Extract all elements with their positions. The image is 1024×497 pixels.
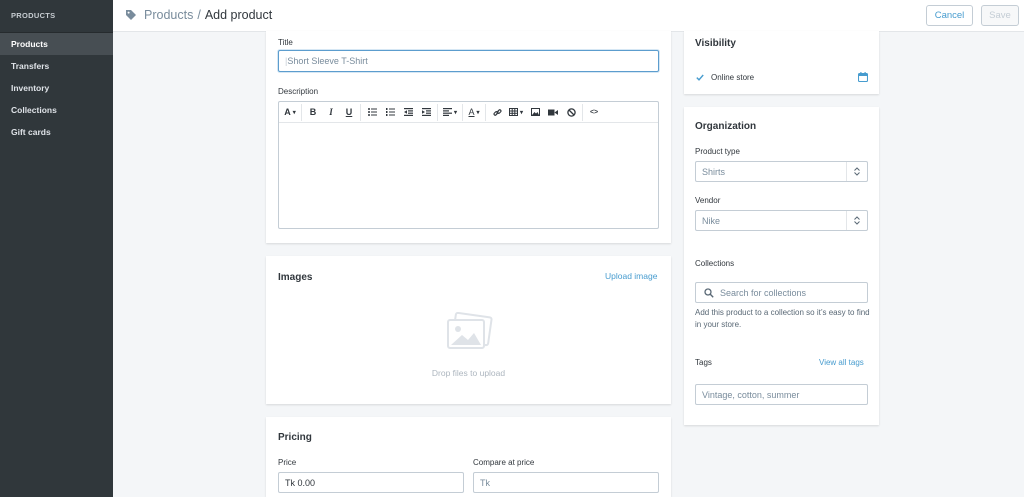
align-button[interactable]: ▾ [440, 104, 460, 121]
drop-files-text: Drop files to upload [431, 368, 506, 378]
calendar-icon[interactable] [858, 72, 868, 82]
numbered-list-button[interactable] [381, 104, 399, 121]
underline-button[interactable]: U [340, 104, 358, 121]
select-arrows-icon [846, 211, 867, 230]
bullet-list-icon [367, 108, 377, 116]
bold-button[interactable]: B [304, 104, 322, 121]
tag-icon [126, 10, 136, 20]
sidebar-header: PRODUCTS [0, 0, 113, 33]
text-color-glyph: A [468, 107, 475, 117]
collections-search-input[interactable]: Search for collections [695, 282, 868, 303]
checkmark-icon [696, 74, 704, 81]
title-input[interactable]: | Short Sleeve T-Shirt [278, 50, 659, 72]
images-placeholder-icon [447, 312, 493, 349]
toolbar-divider [462, 103, 464, 121]
description-text-area[interactable] [279, 123, 658, 229]
collections-search-placeholder: Search for collections [720, 287, 807, 298]
toolbar-divider [360, 103, 361, 121]
upload-image-link[interactable]: Upload image [605, 271, 657, 281]
images-title: Images [278, 272, 313, 283]
collections-label: Collections [695, 259, 735, 268]
text-color-button[interactable]: A ▾ [465, 104, 483, 121]
compare-at-price-input[interactable]: Tk [473, 472, 659, 493]
visibility-card: Visibility Online store [684, 31, 879, 94]
italic-button[interactable]: I [322, 104, 340, 121]
align-left-icon [443, 108, 452, 116]
pricing-title: Pricing [278, 432, 312, 443]
cancel-button[interactable]: Cancel [926, 5, 973, 26]
font-button[interactable]: A ▾ [281, 104, 299, 121]
link-button[interactable] [488, 104, 506, 121]
insert-video-button[interactable] [544, 104, 562, 121]
page-title: Add product [204, 8, 273, 22]
save-button[interactable]: Save [981, 5, 1019, 26]
online-store-label: Online store [711, 73, 755, 82]
compare-at-price-label: Compare at price [473, 458, 535, 467]
sidebar-item-products[interactable]: Products [0, 33, 113, 55]
organization-title: Organization [695, 121, 757, 132]
indent-button[interactable] [417, 104, 435, 121]
topbar: Products / Add product Cancel Save [113, 0, 1024, 32]
insert-image-button[interactable] [526, 104, 544, 121]
price-input[interactable]: Tk 0.00 [278, 472, 464, 493]
outdent-icon [403, 108, 413, 116]
toolbar-divider [301, 103, 302, 121]
breadcrumb: Products / Add product [125, 8, 272, 22]
numbered-list-icon [385, 108, 395, 116]
image-icon [530, 108, 540, 116]
toolbar-divider [485, 103, 487, 121]
font-glyph: A [284, 107, 291, 117]
caret-down-icon: ▾ [520, 109, 524, 116]
tags-label: Tags [695, 358, 712, 367]
outdent-button[interactable] [399, 104, 417, 121]
sidebar-item-gift-cards[interactable]: Gift cards [0, 121, 113, 143]
vendor-select[interactable]: Nike [695, 210, 868, 231]
indent-icon [421, 108, 431, 116]
collections-help-text: Add this product to a collection so it’s… [695, 308, 870, 329]
description-editor[interactable]: A ▾ B I U ▾ A ▾ ▾ <> [278, 101, 659, 229]
clear-formatting-button[interactable] [562, 104, 580, 121]
sidebar-item-collections[interactable]: Collections [0, 99, 113, 121]
table-icon [509, 108, 519, 116]
toolbar-divider [437, 103, 438, 121]
caret-down-icon: ▾ [292, 109, 296, 116]
caret-down-icon: ▾ [476, 109, 480, 116]
link-icon [492, 108, 502, 116]
select-arrows-icon [846, 162, 867, 181]
vendor-label: Vendor [695, 196, 721, 205]
title-label: Title [278, 38, 293, 47]
description-label: Description [278, 87, 319, 96]
product-type-select[interactable]: Shirts [695, 161, 868, 182]
product-details-card: Title | Short Sleeve T-Shirt Description … [266, 31, 671, 243]
product-type-placeholder: Shirts [702, 166, 726, 177]
view-all-tags-link[interactable]: View all tags [819, 358, 864, 367]
breadcrumb-products-link[interactable]: Products [144, 8, 193, 22]
html-source-button[interactable]: <> [585, 104, 603, 121]
sidebar-item-transfers[interactable]: Transfers [0, 55, 113, 77]
editor-toolbar: A ▾ B I U ▾ A ▾ ▾ <> [279, 102, 658, 123]
visibility-title: Visibility [695, 38, 736, 49]
toolbar-divider [582, 103, 584, 121]
images-card: Images Upload image Drop files to upload [266, 256, 671, 404]
tags-input[interactable]: Vintage, cotton, summer [695, 384, 868, 405]
table-button[interactable]: ▾ [506, 104, 526, 121]
title-placeholder: Short Sleeve T-Shirt [287, 56, 368, 66]
clear-formatting-icon [566, 107, 576, 117]
breadcrumb-separator: / [197, 8, 201, 22]
vendor-placeholder: Nike [702, 215, 721, 226]
organization-card: Organization Product type Shirts Vendor … [684, 107, 879, 425]
pricing-card: Pricing Price Tk 0.00 Compare at price T… [266, 417, 671, 497]
sidebar: PRODUCTS Products Transfers Inventory Co… [0, 0, 113, 497]
caret-down-icon: ▾ [454, 109, 458, 116]
sidebar-item-inventory[interactable]: Inventory [0, 77, 113, 99]
product-type-label: Product type [695, 147, 740, 156]
price-label: Price [278, 458, 297, 467]
search-icon [704, 287, 714, 298]
bullet-list-button[interactable] [363, 104, 381, 121]
video-icon [548, 109, 559, 115]
